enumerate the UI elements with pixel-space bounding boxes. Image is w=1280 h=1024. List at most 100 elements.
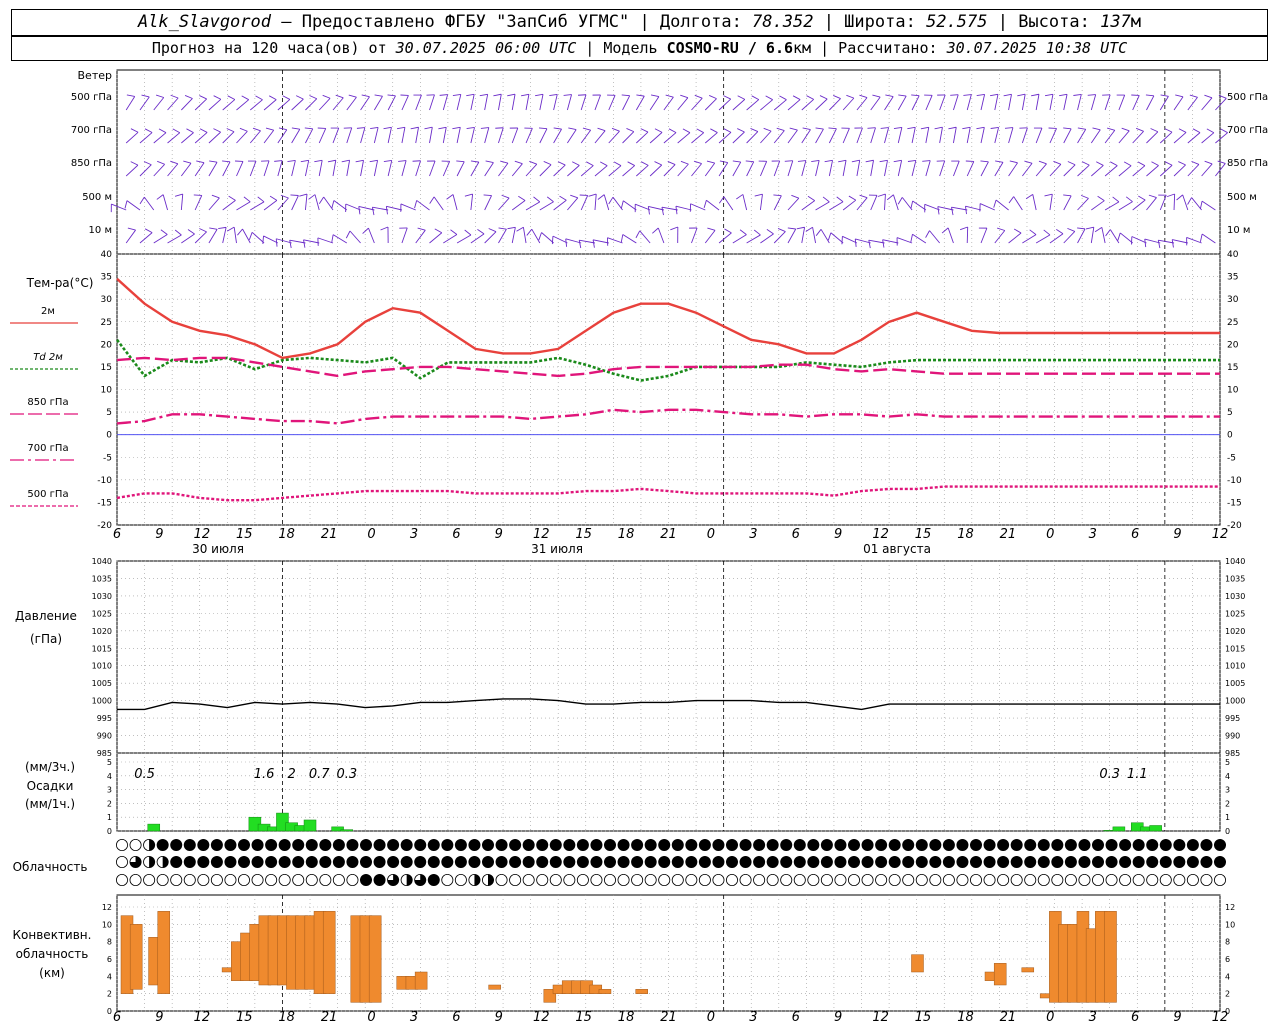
cloud-circle [942,874,955,887]
wind-barb [167,234,182,244]
wind-barb [1159,164,1173,177]
pressure-tick-label-right: 1005 [1225,679,1245,688]
cloud-fill-full [414,856,426,868]
wind-barb-flag [470,160,479,163]
cloud-fill-full [1051,839,1063,851]
cloud-circle [522,874,535,887]
cloud-fill-full [563,839,575,851]
conv-title-2: облачность [16,947,89,961]
temp-tick-label-right: -20 [1227,521,1242,531]
wind-barb-flag [910,234,913,243]
cloud-fill-full [943,856,955,868]
cloud-fill-full [482,839,494,851]
wind-barb-flag [1045,93,1054,97]
cloud-circle [251,874,264,887]
wind-barb-flag [647,206,650,215]
wind-barb-flag [439,94,448,96]
wind-barb [1021,127,1028,144]
wind-barb-flag [282,95,291,100]
cloud-circle [549,874,562,887]
cloud-fill-full [184,856,196,868]
cloud-fill-full [306,856,318,868]
wind-barb [1132,165,1146,177]
wind-barb [870,195,878,211]
wind-barb [250,201,265,211]
wind-barb [649,164,663,177]
cloud-circle [265,874,278,887]
wind-barb-flag [682,128,691,134]
wind-barb [1035,127,1043,144]
cloud-fill-full [468,856,481,868]
wind-barb [1049,94,1054,111]
wind-barb [884,127,890,144]
wind-barb [1021,94,1026,111]
cloud-fill-full [848,856,860,868]
wind-barb-flag [355,159,364,163]
wind-barb-flag [1164,161,1173,166]
wind-barb-flag [586,161,594,166]
wind-barb [952,127,957,144]
wind-barb [553,164,566,177]
meteogram-svg: Ветер Тем-ра(°С) Давление (гПа) (мм/3ч.)… [10,69,1268,1024]
wind-barb [787,228,797,244]
wind-barb-flag [526,228,533,236]
wind-barb-flag [1073,94,1082,96]
wind-barb [1022,234,1037,244]
wind-barb [242,228,251,244]
cloud-fill-full [645,856,657,868]
wind-barb [773,160,781,177]
wind-barb-flag [257,196,265,203]
wind-barb [980,127,985,144]
cloud-circle [1092,874,1105,887]
wind-barb [167,97,179,111]
cloud-circle [793,874,806,887]
wind-barb [433,196,444,211]
wind-barb [304,194,308,211]
cloud-circle [644,874,657,887]
cloud-fill-full [373,856,386,868]
wind-barb-flag [348,94,357,98]
wind-barb [742,194,748,211]
wind-barb-flag [1077,227,1086,230]
wind-barb-flag [538,232,542,241]
wind-barb [855,238,871,244]
wind-barb [760,130,772,144]
cloud-fill-full [495,839,508,851]
cloud-circle [1159,874,1172,887]
wind-barb-flag [750,128,759,133]
wind-barb-flag [1059,93,1068,97]
wind-barb [498,197,510,211]
precip-tick-label: 5 [107,758,112,767]
precip-3h-label: 0.3 [1099,767,1120,782]
wind-barb-flag [466,93,475,97]
hour-tick-label: 9 [495,527,503,542]
wind-barb [181,98,193,111]
wind-barb-flag [369,159,378,163]
cloud-fill-full [1173,856,1185,868]
cloud-fill-full [346,856,359,868]
wind-barb [1173,164,1186,177]
temp-tick-label: 30 [101,295,113,305]
cloud-fill-full [807,839,819,851]
cloud-circle [536,874,549,887]
wind-barb [401,127,406,144]
wind-barb-flag [172,128,181,134]
cloud-circle [956,874,969,887]
wind-barb-flag [613,161,622,167]
temp-tick-label-right: 0 [1227,431,1233,441]
cloud-circle [671,874,684,887]
wind-barb-flag [438,126,447,130]
wind-barb [456,94,462,111]
cloud-circle [1173,874,1186,887]
cloud-circle [698,874,711,887]
wind-barb-flag [791,194,799,199]
wind-barb-flag [960,226,968,231]
wind-level-label-right: 850 гПа [1227,158,1268,169]
cloud-fill-full [1065,856,1077,868]
temp-tick-label-right: 25 [1227,318,1238,328]
wind-barb [373,127,379,144]
conv-bar [129,924,143,990]
temp-legend-label: 2м [41,306,55,317]
pressure-tick-label-right: 1020 [1225,627,1245,636]
wind-barb-flag [1067,161,1076,166]
